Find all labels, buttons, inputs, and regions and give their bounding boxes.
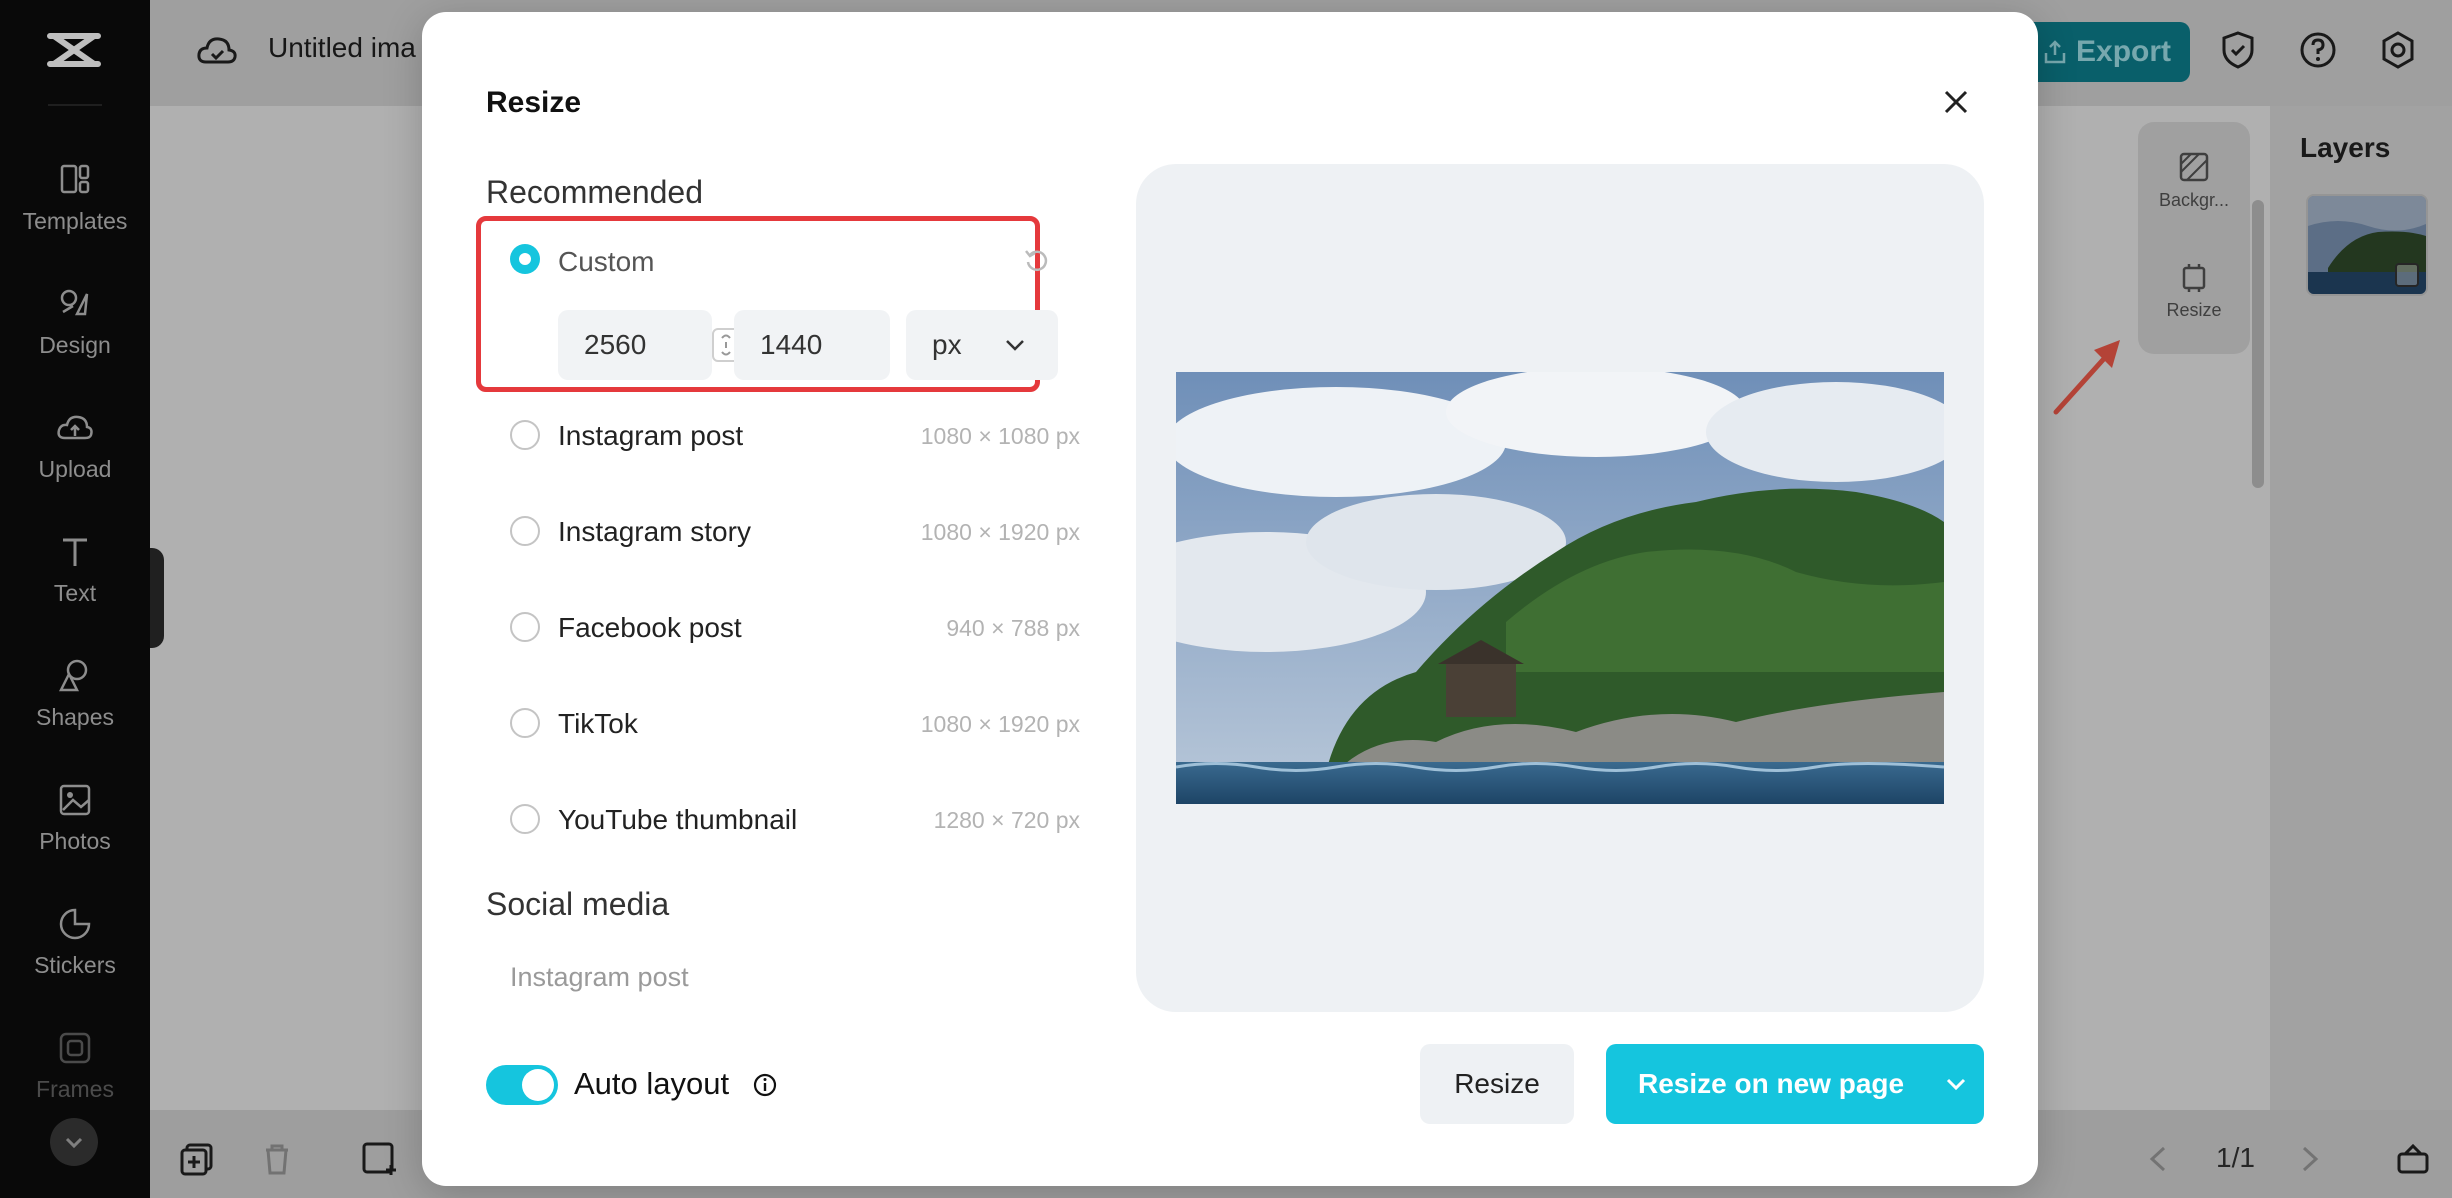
delete-page-icon[interactable] — [258, 1140, 296, 1178]
preset-radio-tiktok[interactable] — [510, 708, 540, 738]
export-label: Export — [2076, 35, 2172, 68]
social-media-item[interactable]: Instagram post — [510, 962, 689, 993]
page-counter: 1/1 — [2216, 1142, 2255, 1173]
custom-radio[interactable] — [510, 244, 540, 274]
left-sidebar: Templates Design Upload Text Shapes Phot… — [0, 0, 150, 1198]
frames-icon — [59, 1032, 91, 1064]
recommended-heading: Recommended — [486, 174, 703, 210]
chevron-down-icon — [65, 1137, 83, 1149]
resize-tool-label: Resize — [2166, 300, 2222, 320]
social-media-heading: Social media — [486, 886, 670, 922]
sidebar-item-upload[interactable]: Upload — [0, 408, 150, 518]
sidebar-item-label: Templates — [22, 208, 128, 234]
cloud-sync-icon[interactable] — [194, 28, 240, 74]
height-input[interactable]: 1440 — [734, 310, 890, 380]
sidebar-item-templates[interactable]: Templates — [0, 160, 150, 270]
capcut-logo-icon — [47, 33, 101, 67]
stickers-icon — [59, 908, 91, 940]
preview-image — [1176, 372, 1944, 804]
layer-image — [2308, 196, 2426, 294]
background-icon — [2179, 152, 2209, 182]
help-icon[interactable] — [2296, 28, 2340, 72]
layer-thumbnail[interactable] — [2306, 194, 2428, 296]
preset-label[interactable]: TikTok — [558, 708, 638, 740]
unit-value: px — [932, 329, 962, 360]
sidebar-item-label: Stickers — [34, 952, 116, 978]
preset-dims: 940 × 788 px — [946, 615, 1080, 641]
export-icon — [2044, 40, 2066, 64]
templates-icon — [60, 164, 90, 194]
text-icon — [63, 538, 87, 566]
resize-dialog: Resize Recommended Custom 2560 1440 px I… — [422, 12, 2038, 1186]
preset-label[interactable]: Instagram post — [558, 420, 743, 452]
sidebar-item-label: Design — [39, 332, 111, 358]
pages-panel-icon[interactable] — [2394, 1140, 2432, 1178]
previous-page-icon[interactable] — [2140, 1140, 2178, 1178]
document-title[interactable]: Untitled ima — [268, 32, 416, 64]
preset-label[interactable]: YouTube thumbnail — [558, 804, 797, 836]
custom-label: Custom — [558, 246, 655, 277]
unit-select[interactable]: px — [906, 310, 1058, 380]
preset-dims: 1280 × 720 px — [933, 807, 1080, 833]
canvas-scrollbar[interactable] — [2252, 200, 2264, 488]
sidebar-item-design[interactable]: Design — [0, 284, 150, 394]
preset-label[interactable]: Facebook post — [558, 612, 742, 644]
background-tool-label: Backgr... — [2158, 190, 2230, 210]
next-page-icon[interactable] — [2290, 1140, 2328, 1178]
resize-on-new-page-button[interactable]: Resize on new page — [1606, 1044, 1984, 1124]
sidebar-collapse-handle[interactable] — [150, 548, 164, 648]
sidebar-item-label: Shapes — [35, 704, 114, 730]
add-page-icon[interactable] — [360, 1140, 398, 1178]
sidebar-item-label: Photos — [39, 828, 111, 854]
sidebar-item-shapes[interactable]: Shapes — [0, 656, 150, 766]
info-icon[interactable] — [752, 1072, 778, 1098]
auto-layout-label: Auto layout — [574, 1066, 730, 1101]
resize-tool[interactable]: Resize — [2138, 260, 2250, 321]
annotation-arrow-icon — [2053, 340, 2120, 415]
design-icon — [60, 289, 89, 316]
sidebar-divider — [48, 104, 102, 106]
sidebar-item-label: Text — [53, 580, 97, 606]
duplicate-page-icon[interactable] — [178, 1140, 216, 1178]
upload-icon — [57, 415, 93, 440]
preset-dims: 1080 × 1920 px — [920, 519, 1080, 545]
preset-dims: 1080 × 1080 px — [920, 423, 1080, 449]
preset-label[interactable]: Instagram story — [558, 516, 751, 548]
shield-icon[interactable] — [2216, 28, 2260, 72]
preset-radio-instagram-story[interactable] — [510, 516, 540, 546]
preset-radio-instagram-post[interactable] — [510, 420, 540, 450]
sidebar-item-stickers[interactable]: Stickers — [0, 904, 150, 1014]
sidebar-item-photos[interactable]: Photos — [0, 780, 150, 890]
auto-layout-toggle[interactable] — [486, 1065, 558, 1105]
preset-dims: 1080 × 1920 px — [920, 711, 1080, 737]
sidebar-item-text[interactable]: Text — [0, 532, 150, 642]
resize-new-label: Resize on new page — [1638, 1068, 1905, 1099]
right-tool-panel: Backgr... Resize — [2138, 122, 2250, 354]
sidebar-more-button[interactable] — [50, 1118, 98, 1166]
resize-icon — [2182, 264, 2206, 292]
resize-button[interactable]: Resize — [1420, 1044, 1574, 1124]
chevron-down-icon[interactable] — [1942, 1070, 1970, 1098]
background-tool[interactable]: Backgr... — [2138, 150, 2250, 211]
photos-icon — [59, 784, 91, 816]
dialog-title: Resize — [486, 86, 582, 119]
preset-radio-facebook-post[interactable] — [510, 612, 540, 642]
sidebar-item-label: Frames — [36, 1076, 114, 1102]
layers-title: Layers — [2300, 132, 2391, 163]
export-button[interactable]: Export — [2020, 22, 2190, 82]
chevron-down-icon — [1006, 340, 1024, 351]
shapes-icon — [58, 659, 88, 692]
settings-icon[interactable] — [2376, 28, 2420, 72]
close-icon[interactable] — [1936, 82, 1976, 122]
reset-icon[interactable] — [1022, 246, 1052, 276]
preset-radio-youtube-thumbnail[interactable] — [510, 804, 540, 834]
width-input[interactable]: 2560 — [558, 310, 712, 380]
sidebar-item-label: Upload — [38, 456, 112, 482]
